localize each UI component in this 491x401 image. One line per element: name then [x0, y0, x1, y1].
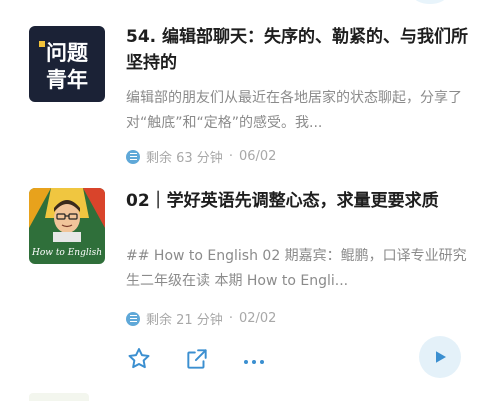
podcast-cover: How to English	[29, 188, 105, 264]
share-button[interactable]	[184, 346, 210, 376]
episode-meta: 剩余 21 分钟 · 02/02	[126, 309, 276, 328]
meta-separator: ·	[228, 149, 233, 164]
meta-separator: ·	[228, 311, 233, 326]
episode-description: ## How to English 02 期嘉宾：鲲鹏，口译专业研究生二年级在读…	[126, 248, 467, 289]
episode-title[interactable]: 54. 编辑部聊天：失序的、勒紧的、与我们所坚持的	[126, 24, 471, 76]
how-to-english-logo: How to English	[29, 188, 105, 264]
remaining-time: 剩余 21 分钟	[146, 313, 223, 328]
wenti-qingnian-logo: 问题 青年	[29, 26, 105, 102]
episode-description: 编辑部的朋友们从最近在各地居家的状态聊起，分享了对“触底”和“定格”的感受。我.…	[126, 90, 462, 131]
favorite-button[interactable]	[126, 346, 152, 376]
cover-title: How to English	[31, 248, 102, 258]
episode-actions	[126, 336, 471, 380]
remaining-time: 剩余 63 分钟	[146, 151, 223, 166]
svg-text:问题: 问题	[46, 41, 89, 65]
next-item-sliver	[29, 393, 89, 401]
play-button[interactable]	[419, 336, 461, 378]
episode-item[interactable]: How to English 02｜学好英语先调整心态，求量更要求质 ## Ho…	[0, 176, 491, 386]
episode-meta: 剩余 63 分钟 · 06/02	[126, 147, 276, 166]
progress-icon	[126, 149, 140, 164]
share-icon	[187, 349, 207, 369]
episode-title[interactable]: 02｜学好英语先调整心态，求量更要求质	[126, 188, 471, 214]
more-button[interactable]	[242, 352, 266, 371]
play-icon	[436, 351, 446, 363]
publish-date: 02/02	[238, 311, 277, 326]
more-icon	[244, 360, 264, 364]
episode-item[interactable]: 问题 青年 54. 编辑部聊天：失序的、勒紧的、与我们所坚持的 编辑部的朋友们从…	[0, 6, 491, 166]
svg-text:青年: 青年	[46, 68, 88, 92]
podcast-cover: 问题 青年	[29, 26, 105, 102]
progress-icon	[126, 311, 140, 326]
star-icon	[128, 348, 150, 369]
publish-date: 06/02	[238, 149, 277, 164]
previous-item-sliver	[0, 0, 491, 4]
